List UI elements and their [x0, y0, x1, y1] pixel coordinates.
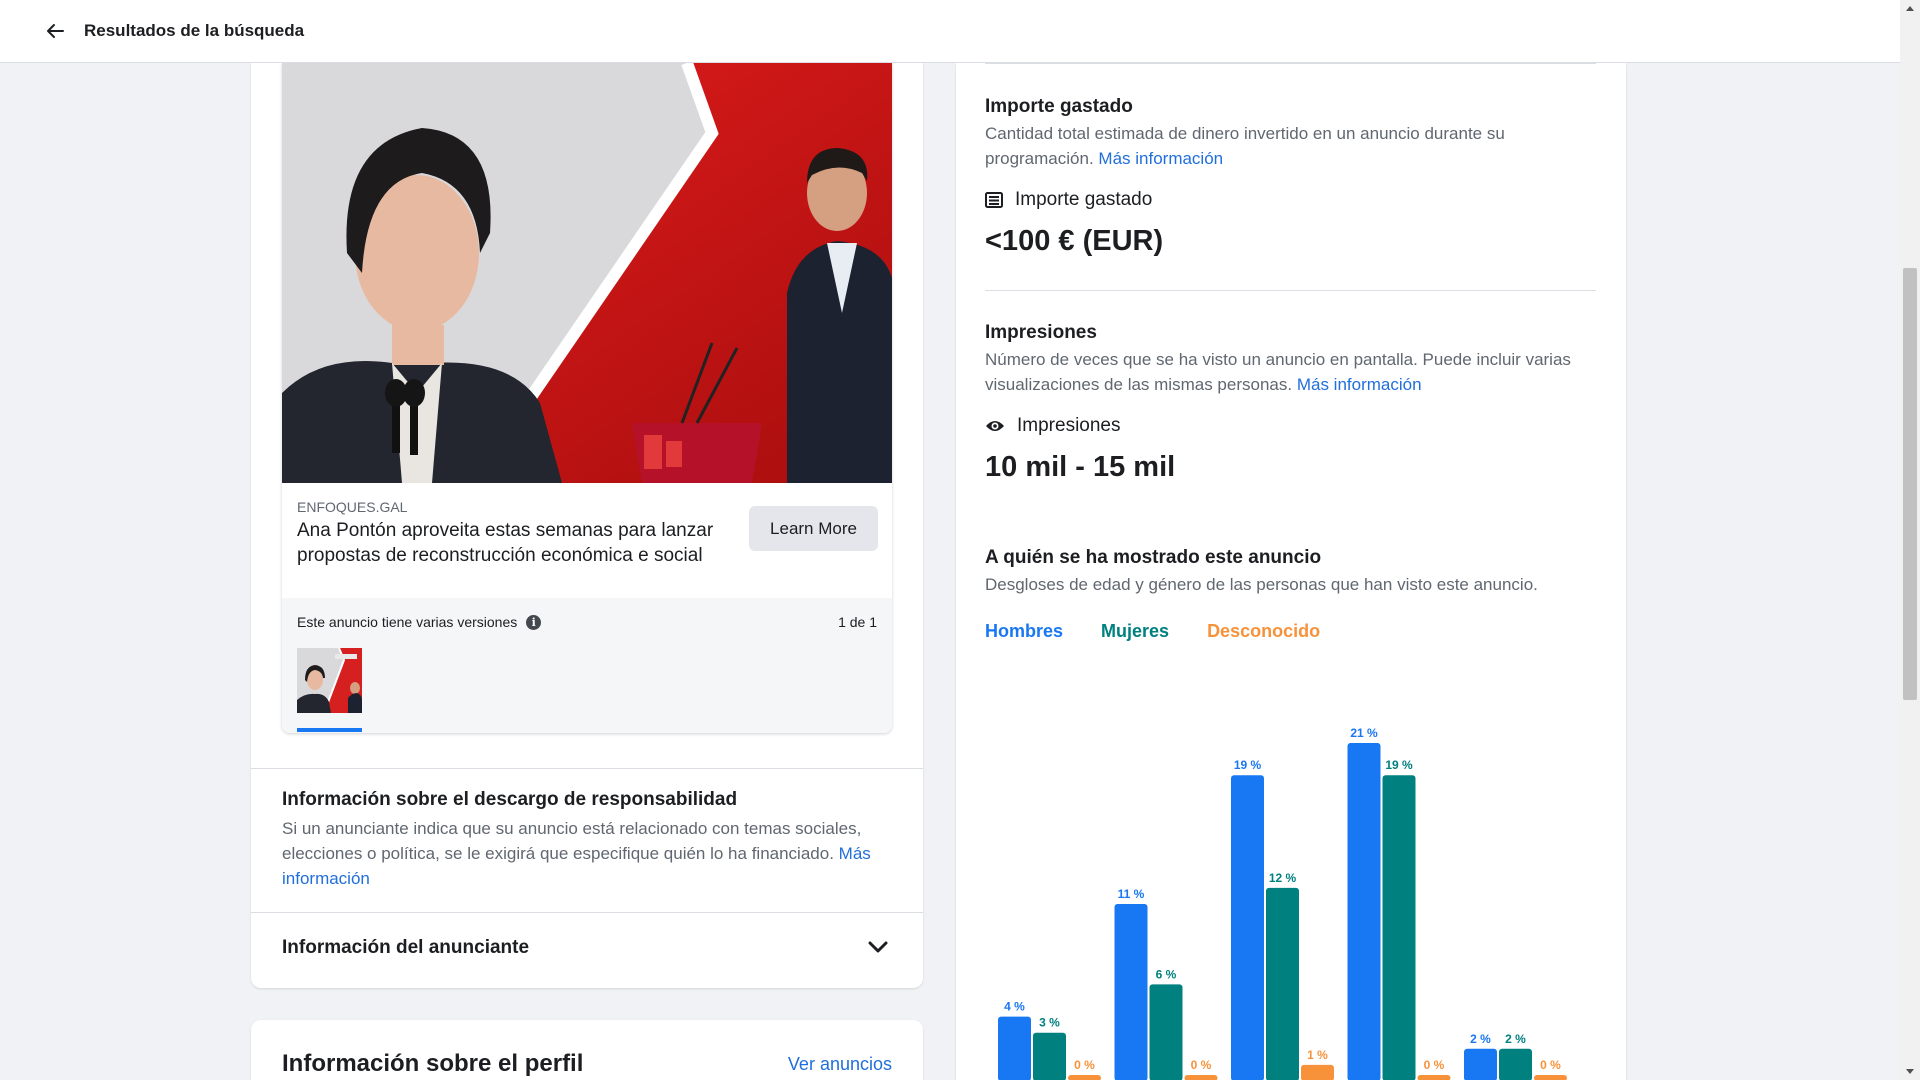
impressions-title: Impresiones — [985, 322, 1097, 343]
learn-more-button[interactable]: Learn More — [749, 506, 878, 551]
top-bar: Resultados de la búsqueda — [0, 0, 1900, 63]
audience-title: A quién se ha mostrado este anuncio — [985, 547, 1322, 568]
bar-label: 19 % — [1385, 758, 1413, 772]
arrow-left-icon — [47, 24, 64, 38]
impressions-more-link[interactable]: Más información — [1297, 375, 1422, 394]
bar-women-55-64[interactable] — [1499, 1048, 1532, 1080]
version-thumbnail-image — [297, 648, 362, 713]
scroll-down-arrow[interactable] — [1906, 1069, 1914, 1074]
page-scrollbar[interactable] — [1900, 0, 1920, 1080]
bar-unknown-35-44[interactable] — [1301, 1064, 1334, 1080]
divider — [985, 63, 1596, 64]
ad-domain: ENFOQUES.GAL — [297, 499, 408, 515]
bar-label: 0 % — [1424, 1058, 1445, 1072]
impressions-description: Número de veces que se ha visto un anunc… — [985, 347, 1585, 397]
audience-description: Desgloses de edad y género de las person… — [985, 575, 1538, 594]
advertiser-expand-button[interactable] — [866, 935, 890, 959]
profile-card: Información sobre el perfil Ver anuncios — [251, 1020, 923, 1080]
bar-women-18-24[interactable] — [1033, 1032, 1066, 1080]
versions-count: 1 de 1 — [838, 614, 877, 630]
back-button[interactable] — [44, 20, 66, 42]
money-icon — [985, 192, 1003, 208]
bar-men-35-44[interactable] — [1231, 775, 1264, 1080]
impressions-value: 10 mil - 15 mil — [985, 451, 1176, 483]
advertiser-info-toggle[interactable]: Información del anunciante — [282, 937, 529, 959]
bar-unknown-18-24[interactable] — [1068, 1075, 1101, 1080]
versions-label: Este anuncio tiene varias versiones i — [297, 614, 542, 630]
eye-icon — [986, 421, 1004, 431]
bar-label: 12 % — [1269, 871, 1297, 885]
ad-metrics-card: Importe gastado Cantidad total estimada … — [956, 63, 1626, 1080]
bar-men-25-34[interactable] — [1114, 903, 1148, 1080]
bar-label: 19 % — [1234, 758, 1262, 772]
bar-label: 4 % — [1004, 1000, 1025, 1014]
bar-label: 0 % — [1191, 1058, 1212, 1072]
version-selected-indicator — [297, 728, 362, 732]
age-gender-chart: 4 %3 %0 %18-2411 %6 %0 %25-3419 %12 %1 %… — [998, 726, 1567, 1080]
bar-women-45-54[interactable] — [1382, 775, 1416, 1080]
bar-label: 2 % — [1470, 1032, 1491, 1046]
legend-unknown[interactable]: Desconocido — [1207, 621, 1320, 642]
disclaimer-body: Si un anunciante indica que su anuncio e… — [282, 816, 892, 891]
impressions-text: Número de veces que se ha visto un anunc… — [985, 350, 1571, 394]
bar-label: 2 % — [1505, 1032, 1526, 1046]
disclaimer-title: Información sobre el descargo de respons… — [282, 789, 738, 810]
legend-women[interactable]: Mujeres — [1101, 621, 1169, 642]
bar-label: 21 % — [1350, 726, 1378, 740]
bar-label: 3 % — [1039, 1016, 1060, 1030]
spend-label-row: Importe gastado — [985, 189, 1152, 211]
bar-label: 0 % — [1074, 1058, 1095, 1072]
profile-title: Información sobre el perfil — [282, 1050, 584, 1077]
legend-men[interactable]: Hombres — [985, 621, 1063, 642]
bar-men-18-24[interactable] — [998, 1016, 1031, 1080]
bar-women-35-44[interactable] — [1266, 887, 1299, 1080]
bar-unknown-45-54[interactable] — [1417, 1075, 1451, 1080]
view-ads-link[interactable]: Ver anuncios — [788, 1054, 892, 1075]
chevron-down-icon — [868, 941, 888, 953]
spend-value: <100 € (EUR) — [985, 225, 1164, 257]
bar-label: 6 % — [1156, 967, 1177, 981]
version-thumbnail[interactable] — [297, 648, 362, 713]
bar-unknown-25-34[interactable] — [1184, 1075, 1218, 1080]
divider — [251, 912, 923, 913]
bar-women-25-34[interactable] — [1149, 984, 1183, 1080]
bar-label: 0 % — [1540, 1058, 1561, 1072]
spend-description: Cantidad total estimada de dinero invert… — [985, 121, 1565, 171]
bar-men-45-54[interactable] — [1347, 743, 1381, 1080]
bar-label: 1 % — [1307, 1048, 1328, 1062]
versions-text: Este anuncio tiene varias versiones — [297, 614, 518, 630]
info-icon[interactable]: i — [526, 614, 542, 630]
ad-headline: Ana Pontón aproveita estas semanas para … — [297, 520, 714, 566]
spend-more-link[interactable]: Más información — [1098, 149, 1223, 168]
divider — [985, 290, 1596, 291]
page-title: Resultados de la búsqueda — [84, 21, 305, 40]
ad-details-card: ENFOQUES.GAL Ana Pontón aproveita estas … — [251, 63, 923, 988]
spend-label: Importe gastado — [1015, 189, 1153, 210]
impressions-label: Impresiones — [1017, 415, 1121, 436]
spend-text: Cantidad total estimada de dinero invert… — [985, 124, 1505, 168]
disclaimer-text: Si un anunciante indica que su anuncio e… — [282, 819, 862, 863]
chart-legend: Hombres Mujeres Desconocido — [985, 621, 1358, 642]
scroll-up-arrow[interactable] — [1906, 6, 1914, 11]
divider — [251, 768, 923, 769]
bar-men-55-64[interactable] — [1464, 1048, 1497, 1080]
spend-title: Importe gastado — [985, 96, 1133, 117]
scroll-thumb[interactable] — [1903, 268, 1917, 700]
ad-preview: ENFOQUES.GAL Ana Pontón aproveita estas … — [282, 63, 892, 733]
bar-unknown-55-64[interactable] — [1534, 1075, 1567, 1080]
impressions-label-row: Impresiones — [985, 415, 1121, 437]
bar-label: 11 % — [1118, 887, 1145, 901]
ad-creative-image[interactable] — [282, 63, 892, 483]
